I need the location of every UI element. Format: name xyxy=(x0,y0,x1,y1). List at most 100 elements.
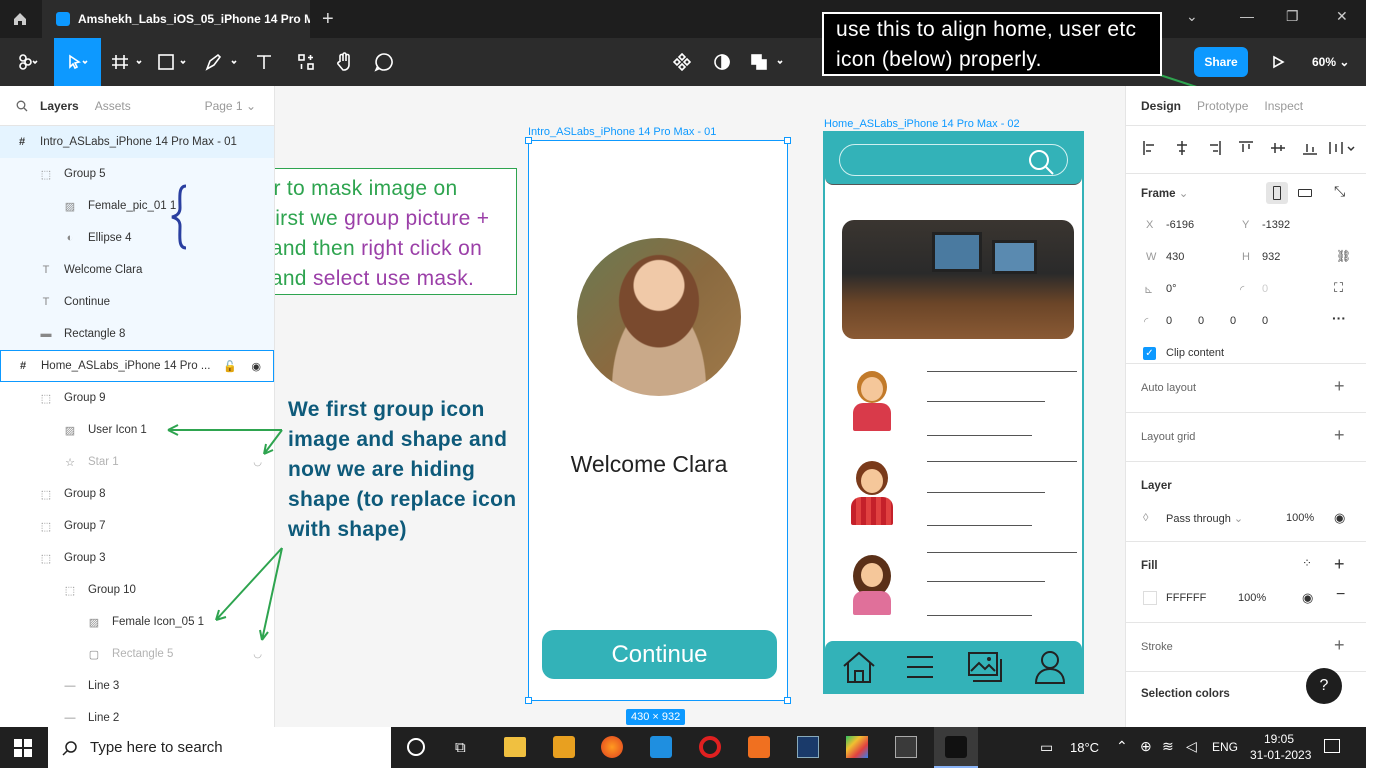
design-panel: Design Prototype Inspect Frame ⌄ ⤡ X -61… xyxy=(1125,86,1366,727)
auto-layout-section: Auto layout + xyxy=(1126,364,1366,413)
language-indicator[interactable]: ENG xyxy=(1212,740,1238,754)
landscape-toggle[interactable] xyxy=(1294,182,1316,204)
app-icon[interactable] xyxy=(895,736,917,758)
corner-tr-field[interactable]: 0 xyxy=(1198,315,1204,327)
auto-layout-title: Auto layout xyxy=(1141,382,1197,394)
constrain-proportions-icon[interactable]: ⛓ xyxy=(1336,249,1351,263)
corner-bl-field[interactable]: 0 xyxy=(1262,315,1268,327)
windows-start-icon[interactable] xyxy=(14,739,32,757)
frame-section: Frame ⌄ ⤡ X -6196 Y -1392 W 430 H 932 ⛓ … xyxy=(1126,174,1366,364)
blend-mode-select[interactable]: Pass through ⌄ xyxy=(1166,512,1243,525)
stroke-section: Stroke + xyxy=(1126,623,1366,672)
search-icon xyxy=(62,740,77,756)
temperature[interactable]: 18°C xyxy=(1070,740,1099,755)
weather-icon[interactable]: ▭ xyxy=(1040,739,1053,756)
blend-mode-icon: ◊ xyxy=(1143,512,1149,524)
rotation-field[interactable]: 0° xyxy=(1166,283,1177,295)
file-explorer-icon[interactable] xyxy=(504,737,526,757)
tab-design[interactable]: Design xyxy=(1141,99,1181,113)
align-annotation: use this to align home, user etc icon (b… xyxy=(822,12,1162,76)
corner-br-field[interactable]: 0 xyxy=(1230,315,1236,327)
fill-section-title: Fill xyxy=(1141,560,1158,572)
frame-section-title[interactable]: Frame ⌄ xyxy=(1141,186,1188,200)
rotation-icon: ⊾ xyxy=(1144,284,1154,296)
clip-content-label: Clip content xyxy=(1166,347,1225,359)
sublime-icon[interactable] xyxy=(553,736,575,758)
blend-mode-value: Pass through xyxy=(1166,513,1231,525)
corner-tl-field[interactable]: 0 xyxy=(1166,315,1172,327)
fill-swatch[interactable] xyxy=(1143,591,1157,605)
stroke-title: Stroke xyxy=(1141,641,1173,653)
figma-taskbar-button[interactable] xyxy=(934,727,978,768)
volume-icon[interactable]: ◁ xyxy=(1186,738,1197,755)
h-field[interactable]: 932 xyxy=(1262,251,1280,263)
add-auto-layout-icon[interactable]: + xyxy=(1334,376,1345,397)
align-right-icon[interactable] xyxy=(1206,140,1222,156)
help-button[interactable]: ? xyxy=(1306,668,1342,704)
fill-section: Fill ⁘ + FFFFFF 100% ◉ − xyxy=(1126,542,1366,623)
opera-icon[interactable] xyxy=(699,736,721,758)
w-field[interactable]: 430 xyxy=(1166,251,1184,263)
align-center-h-icon[interactable] xyxy=(1174,140,1190,156)
corner-radius-field[interactable]: 0 xyxy=(1262,283,1268,295)
portrait-toggle[interactable] xyxy=(1266,182,1288,204)
clock-time[interactable]: 19:05 xyxy=(1264,732,1294,746)
vscode-icon[interactable] xyxy=(650,736,672,758)
corner-icon: ◜ xyxy=(1144,316,1149,328)
layout-grid-title: Layout grid xyxy=(1141,431,1196,443)
add-stroke-icon[interactable]: + xyxy=(1334,635,1345,656)
clock-date[interactable]: 31-01-2023 xyxy=(1250,748,1311,762)
xampp-icon[interactable] xyxy=(748,736,770,758)
y-label: Y xyxy=(1242,219,1250,231)
layer-section-title: Layer xyxy=(1141,480,1172,492)
wifi-icon[interactable]: ≋ xyxy=(1162,738,1174,755)
notification-icon[interactable] xyxy=(1324,739,1340,753)
resize-to-fit-icon[interactable]: ⤡ xyxy=(1334,183,1345,200)
layout-grid-section: Layout grid + xyxy=(1126,413,1366,462)
add-fill-icon[interactable]: + xyxy=(1334,554,1345,575)
arrow xyxy=(215,547,283,621)
distribute-icon[interactable] xyxy=(1328,140,1358,156)
arrow xyxy=(167,424,282,436)
portrait-icon xyxy=(1273,186,1281,200)
frame-section-label: Frame xyxy=(1141,188,1176,200)
fill-opacity-field[interactable]: 100% xyxy=(1238,592,1266,604)
app-icon[interactable] xyxy=(846,736,868,758)
tab-prototype[interactable]: Prototype xyxy=(1197,99,1248,113)
remove-fill-icon[interactable]: − xyxy=(1336,586,1345,604)
tab-inspect[interactable]: Inspect xyxy=(1264,99,1303,113)
align-row xyxy=(1126,126,1366,174)
taskbar: Type here to search ⧉ ▭ 18°C ⌃ ⊕ ≋ ◁ ENG… xyxy=(0,727,1366,768)
h-label: H xyxy=(1242,251,1250,263)
taskbar-search[interactable]: Type here to search xyxy=(48,727,391,768)
x-label: X xyxy=(1146,219,1154,231)
landscape-icon xyxy=(1298,189,1312,197)
selection-colors-title: Selection colors xyxy=(1141,688,1230,700)
style-icon[interactable]: ⁘ xyxy=(1302,556,1312,570)
figma-icon xyxy=(945,736,967,758)
independent-corners-icon[interactable]: ⛶ xyxy=(1334,280,1343,296)
eye-icon[interactable]: ◉ xyxy=(1334,510,1345,526)
tray-chevron-icon[interactable]: ⌃ xyxy=(1116,738,1128,755)
add-layout-grid-icon[interactable]: + xyxy=(1334,425,1345,446)
network-icon[interactable]: ⊕ xyxy=(1140,738,1152,755)
task-view-icon[interactable]: ⧉ xyxy=(455,739,466,756)
align-top-icon[interactable] xyxy=(1238,140,1254,156)
align-left-icon[interactable] xyxy=(1142,140,1158,156)
align-bottom-icon[interactable] xyxy=(1302,140,1318,156)
arrow xyxy=(259,547,283,641)
layer-opacity-field[interactable]: 100% xyxy=(1286,512,1314,524)
cortana-icon[interactable] xyxy=(407,738,425,756)
page-edge xyxy=(1366,0,1388,768)
eye-icon[interactable]: ◉ xyxy=(1302,590,1313,606)
x-field[interactable]: -6196 xyxy=(1166,219,1194,231)
more-options-icon[interactable]: ··· xyxy=(1332,310,1346,326)
w-label: W xyxy=(1146,251,1157,263)
clip-content-checkbox[interactable]: ✓ xyxy=(1143,347,1156,360)
align-center-v-icon[interactable] xyxy=(1270,140,1286,156)
firefox-icon[interactable] xyxy=(601,736,623,758)
y-field[interactable]: -1392 xyxy=(1262,219,1290,231)
fill-hex-field[interactable]: FFFFFF xyxy=(1166,592,1206,604)
app-icon[interactable] xyxy=(797,736,819,758)
panel-tabs: Design Prototype Inspect xyxy=(1126,86,1366,126)
